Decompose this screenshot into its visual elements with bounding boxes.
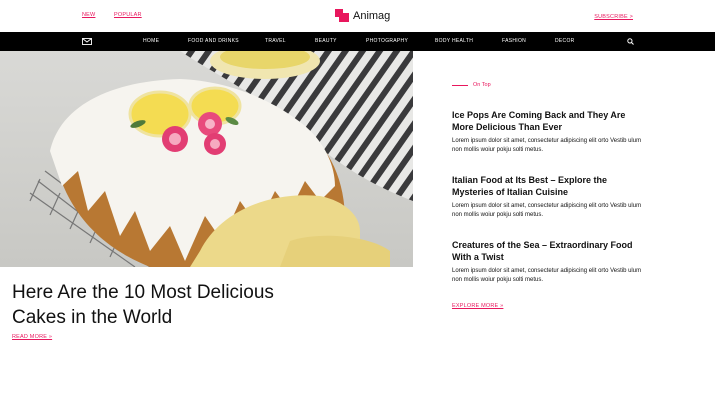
nav-item-travel[interactable]: TRAVEL <box>265 38 286 44</box>
post-excerpt: Lorem ipsum dolor sit amet, consectetur … <box>452 268 642 283</box>
section-divider <box>452 85 468 86</box>
nav-item-beauty[interactable]: BEAUTY <box>315 38 337 44</box>
nav-item-body-health[interactable]: BODY HEALTH <box>435 38 473 44</box>
popular-link[interactable]: POPULAR <box>114 12 142 18</box>
sidebar-post: Creatures of the Sea – Extraordinary Foo… <box>452 239 642 285</box>
nav-item-decor[interactable]: DECOR <box>555 38 575 44</box>
site-logo[interactable]: Animag <box>335 9 390 22</box>
mail-icon[interactable] <box>82 38 92 45</box>
sidebar-post: Italian Food at Its Best – Explore the M… <box>452 174 642 220</box>
hero-image[interactable] <box>0 51 413 267</box>
subscribe-link[interactable]: SUBSCRIBE > <box>594 14 633 20</box>
hero-title[interactable]: Here Are the 10 Most Delicious Cakes in … <box>12 280 332 330</box>
search-icon[interactable] <box>627 38 634 45</box>
new-link[interactable]: NEW <box>82 12 95 18</box>
post-excerpt: Lorem ipsum dolor sit amet, consectetur … <box>452 203 642 218</box>
post-title[interactable]: Creatures of the Sea – Extraordinary Foo… <box>452 239 642 263</box>
section-label: On Top <box>473 82 491 88</box>
main-nav: HOME FOOD AND DRINKS TRAVEL BEAUTY PHOTO… <box>0 32 715 51</box>
site-name: Animag <box>353 9 391 22</box>
post-title[interactable]: Italian Food at Its Best – Explore the M… <box>452 174 642 198</box>
post-title[interactable]: Ice Pops Are Coming Back and They Are Mo… <box>452 109 642 133</box>
nav-item-home[interactable]: HOME <box>143 38 159 44</box>
explore-more-link[interactable]: EXPLORE MORE » <box>452 303 503 309</box>
nav-item-fashion[interactable]: FASHION <box>502 38 526 44</box>
logo-mark-icon <box>335 9 349 22</box>
nav-item-food-and-drinks[interactable]: FOOD AND DRINKS <box>188 38 239 44</box>
top-bar: NEW POPULAR Animag SUBSCRIBE > <box>0 0 715 32</box>
read-more-link[interactable]: READ MORE » <box>12 334 52 340</box>
sidebar-post: Ice Pops Are Coming Back and They Are Mo… <box>452 109 642 155</box>
post-excerpt: Lorem ipsum dolor sit amet, consectetur … <box>452 138 642 153</box>
nav-item-photography[interactable]: PHOTOGRAPHY <box>366 38 408 44</box>
